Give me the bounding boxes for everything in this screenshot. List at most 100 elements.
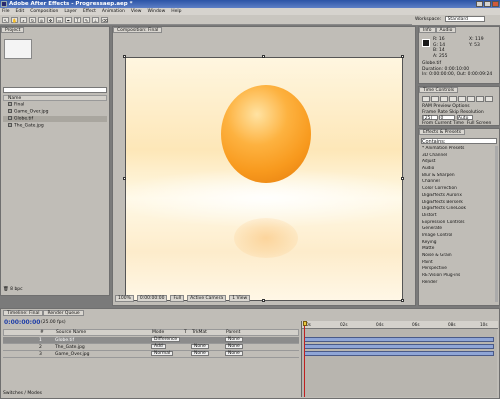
list-item[interactable]: Audio — [422, 166, 498, 173]
layer-duration-bar[interactable] — [304, 344, 494, 349]
list-item[interactable]: Channel — [422, 179, 498, 186]
current-time-indicator[interactable] — [303, 321, 307, 397]
layer-handle[interactable] — [401, 55, 404, 58]
text-tool-icon[interactable]: T — [74, 17, 81, 23]
hand-tool-icon[interactable]: ✋ — [11, 17, 18, 23]
tab-composition[interactable]: Composition: Final — [113, 27, 163, 33]
list-item[interactable]: Globe.tif — [3, 116, 107, 122]
ram-preview-icon[interactable] — [485, 96, 493, 102]
parent-dropdown[interactable]: None — [225, 337, 243, 342]
layer-duration-bar[interactable] — [304, 351, 494, 356]
orbit-camera-tool-icon[interactable]: ◎ — [38, 17, 45, 23]
layer-handle[interactable] — [123, 177, 126, 180]
skip-field[interactable]: 0 — [439, 115, 456, 121]
timeline-tracks[interactable]: 0s 02s 04s 06s 08s 10s — [301, 321, 498, 397]
list-item[interactable]: Game_Over.jpg — [3, 109, 107, 115]
list-item[interactable]: Color Correction — [422, 186, 498, 193]
composition-viewer[interactable] — [125, 57, 403, 301]
list-item[interactable]: Matte — [422, 246, 498, 253]
menu-composition[interactable]: Composition — [30, 8, 58, 15]
list-item[interactable]: Distort — [422, 213, 498, 220]
list-item[interactable]: Image Control — [422, 233, 498, 240]
camera-dropdown[interactable]: Active Camera — [187, 295, 227, 302]
menu-edit[interactable]: Edit — [16, 8, 25, 15]
layer-duration-bar[interactable] — [304, 337, 494, 342]
mask-tool-icon[interactable]: ▭ — [56, 17, 63, 23]
list-item[interactable]: * Animation Presets — [422, 146, 498, 153]
zoom-dropdown[interactable]: 100% — [115, 295, 134, 302]
prev-frame-icon[interactable] — [431, 96, 439, 102]
tab-project[interactable]: Project — [1, 27, 25, 33]
menu-file[interactable]: File — [2, 8, 10, 15]
list-item[interactable]: Noise & Grain — [422, 253, 498, 260]
column-source-name[interactable]: Source Name — [56, 330, 86, 336]
trkmat-dropdown[interactable]: None — [191, 344, 209, 349]
list-item[interactable]: DigiEffects Berserk — [422, 200, 498, 207]
column-parent[interactable]: Parent — [226, 330, 240, 336]
list-item[interactable]: Paint — [422, 260, 498, 267]
menu-help[interactable]: Help — [171, 8, 181, 15]
table-row[interactable]: 3 Game_Over.jpg Normal None None — [3, 351, 299, 358]
audio-icon[interactable] — [467, 96, 475, 102]
menu-animation[interactable]: Animation — [102, 8, 125, 15]
first-frame-icon[interactable] — [422, 96, 430, 102]
list-item[interactable]: Generate — [422, 226, 498, 233]
play-icon[interactable] — [440, 96, 448, 102]
list-item[interactable]: Keying — [422, 240, 498, 247]
playhead-icon[interactable] — [303, 321, 307, 326]
trash-icon[interactable]: 🗑 — [3, 287, 9, 292]
mode-dropdown[interactable]: Normal — [151, 351, 174, 356]
frame-rate-field[interactable]: (25) — [422, 115, 438, 121]
list-item[interactable]: RE:Vision Plug-ins — [422, 273, 498, 280]
list-item[interactable]: Expression Controls — [422, 220, 498, 227]
effects-search-input[interactable]: Contains: — [421, 138, 497, 145]
clone-stamp-tool-icon[interactable]: ⊥ — [92, 17, 99, 23]
tab-timeline[interactable]: Timeline: Final — [3, 310, 44, 316]
table-row[interactable]: 1 Globe.tif Difference None — [3, 337, 299, 344]
eraser-tool-icon[interactable]: ⌫ — [101, 17, 108, 23]
minimize-button[interactable] — [476, 1, 483, 7]
tab-info[interactable]: Info — [419, 27, 436, 33]
list-item[interactable]: Blur & Sharpen — [422, 173, 498, 180]
effects-scrollbar[interactable] — [495, 146, 498, 302]
ram-preview-dropdown[interactable]: RAM Preview Options — [422, 104, 470, 109]
loop-icon[interactable] — [476, 96, 484, 102]
mode-dropdown[interactable]: Add — [151, 344, 166, 349]
time-ruler[interactable]: 0s 02s 04s 06s 08s 10s — [302, 321, 498, 329]
layer-handle[interactable] — [123, 55, 126, 58]
column-mode[interactable]: Mode — [152, 330, 164, 336]
tab-audio[interactable]: Audio — [435, 27, 457, 33]
project-column-name[interactable]: Name — [3, 95, 107, 101]
list-item[interactable]: DigiEffects CineLook — [422, 206, 498, 213]
globe-layer[interactable] — [221, 85, 311, 183]
column-trkmat[interactable]: TrkMat — [192, 330, 207, 336]
layer-handle[interactable] — [262, 55, 265, 58]
close-button[interactable] — [492, 1, 499, 7]
list-item[interactable]: DigiEffects Aurorix — [422, 193, 498, 200]
parent-dropdown[interactable]: None — [225, 351, 243, 356]
zoom-tool-icon[interactable]: ⌕ — [20, 17, 27, 23]
project-search-input[interactable] — [3, 87, 107, 93]
selection-tool-icon[interactable]: ↖ — [2, 17, 9, 23]
trkmat-dropdown[interactable]: None — [191, 351, 209, 356]
tab-render-queue[interactable]: Render Queue — [43, 310, 84, 316]
menu-view[interactable]: View — [131, 8, 142, 15]
menu-window[interactable]: Window — [148, 8, 166, 15]
pen-tool-icon[interactable]: ✒ — [65, 17, 72, 23]
pan-behind-tool-icon[interactable]: ✥ — [47, 17, 54, 23]
mode-dropdown[interactable]: Difference — [151, 337, 181, 342]
maximize-button[interactable] — [484, 1, 491, 7]
last-frame-icon[interactable] — [458, 96, 466, 102]
full-screen-checkbox[interactable]: Full Screen — [467, 121, 492, 126]
list-item[interactable]: The_Gate.jpg — [3, 123, 107, 129]
list-item[interactable]: 3D Channel — [422, 153, 498, 160]
current-time[interactable]: 0:00:00:00 — [136, 295, 168, 302]
tab-effects-presets[interactable]: Effects & Presets — [419, 129, 466, 135]
resolution-field[interactable]: Auto — [456, 115, 473, 121]
timeline-current-time[interactable]: 0:00:00:00 — [4, 319, 40, 326]
next-frame-icon[interactable] — [449, 96, 457, 102]
list-item[interactable]: Perspective — [422, 266, 498, 273]
table-row[interactable]: 2 The_Gate.jpg Add None None — [3, 344, 299, 351]
menu-effect[interactable]: Effect — [83, 8, 96, 15]
workspace-dropdown[interactable]: Standard — [444, 16, 485, 22]
